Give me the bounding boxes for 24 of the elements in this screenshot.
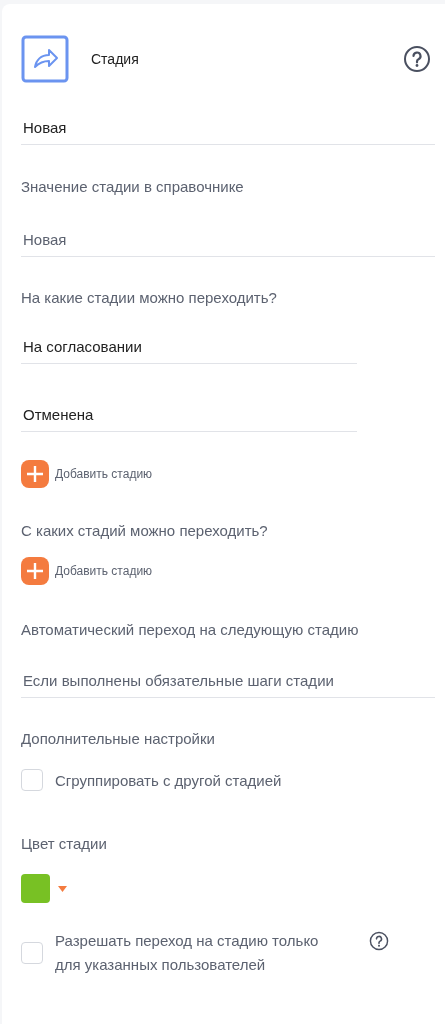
section-label: Дополнительные настройки	[21, 730, 216, 747]
plus-icon	[21, 460, 49, 488]
help-icon[interactable]	[403, 45, 431, 73]
field-label: Значение стадии в справочнике	[21, 178, 245, 195]
add-stage-button[interactable]: Добавить стадию	[21, 460, 153, 488]
checkbox-label: Разрешать переход на стадию только для указанных пользователей	[55, 931, 320, 975]
checkbox[interactable]	[21, 942, 43, 964]
section-label: С каких стадий можно переходить?	[21, 522, 269, 539]
transition-select-field[interactable]: Если выполнены обязательные шаги стадии	[21, 672, 435, 698]
section-label: Цвет стадии	[21, 835, 108, 852]
checkbox-label: Сгруппировать с другой стадией	[55, 771, 282, 789]
directory-value-field[interactable]: Новая	[21, 231, 435, 257]
panel-title: Стадия	[91, 51, 140, 67]
section-label: На какие стадии можно переходить?	[21, 289, 278, 306]
caret-icon[interactable]	[58, 885, 67, 892]
help-icon[interactable]	[369, 931, 389, 951]
stage-name-field[interactable]: Новая	[21, 119, 435, 145]
add-stage-button[interactable]: Добавить стадию	[21, 557, 153, 585]
stage-select-field[interactable]: Отменена	[21, 406, 357, 432]
section-label: Автоматический переход на следующую стадию	[21, 621, 360, 638]
plus-icon	[21, 557, 49, 585]
stage-select-field[interactable]: На согласовании	[21, 338, 357, 364]
color-swatch[interactable]	[21, 874, 50, 903]
checkbox[interactable]	[21, 769, 43, 791]
